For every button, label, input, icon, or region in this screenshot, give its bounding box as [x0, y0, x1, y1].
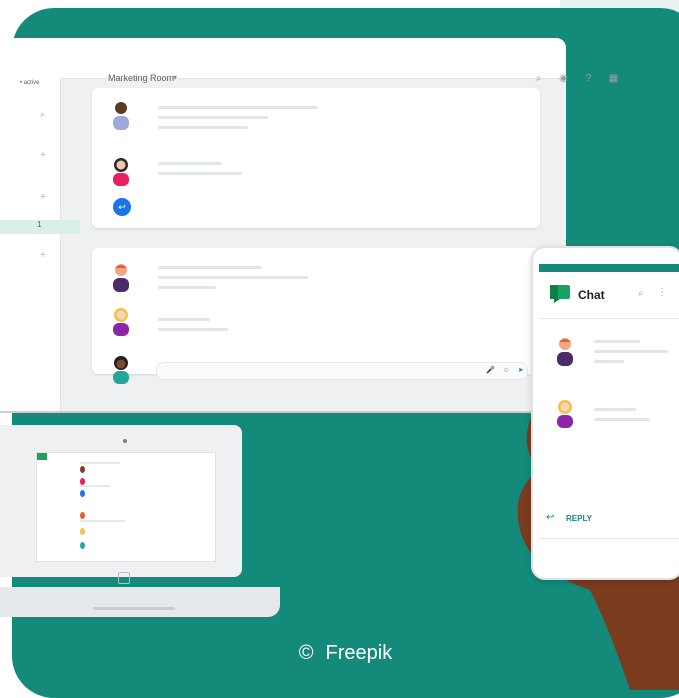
add-icon: +: [40, 192, 46, 203]
status-label: • active: [20, 80, 40, 86]
header-icons: ⌕ ◉ ? ▦: [533, 73, 619, 84]
help-icon: ?: [585, 73, 592, 84]
message-line: [594, 408, 636, 411]
laptop-screen: [36, 452, 216, 562]
credit-text: Freepik: [325, 642, 393, 664]
message-line: [594, 418, 650, 421]
message-line: [158, 318, 210, 321]
message-line: [158, 116, 268, 119]
message-line: [158, 172, 242, 175]
avatar-man: [113, 102, 129, 130]
image-credit: © Freepik: [0, 642, 679, 665]
message-line: [158, 266, 262, 269]
google-chat-logo-icon: [550, 285, 570, 303]
sidebar-search-icon: ⌕: [40, 110, 45, 119]
laptop-camera: [123, 439, 127, 443]
monitor-sidebar: [0, 78, 61, 411]
reply-icon: ↩: [113, 198, 131, 216]
phone-status-bar: [539, 264, 679, 272]
illustration: • active Marketing Room ▾ ⌕ ◉ ? ▦ ⌕ + + …: [0, 0, 679, 698]
settings-icon: ◉: [559, 73, 568, 84]
avatar-man: [113, 264, 129, 292]
avatar-woman: [113, 308, 129, 336]
reply-arrow-icon: ↩: [546, 512, 555, 523]
search-icon[interactable]: ⌕: [638, 288, 644, 299]
monitor-header: [0, 38, 566, 79]
room-title: Marketing Room: [108, 73, 175, 83]
avatar-woman: [113, 158, 129, 186]
message-thread-card: [92, 88, 540, 228]
more-options-icon[interactable]: ⋮: [657, 287, 667, 298]
divider: [539, 318, 679, 319]
mini-avatar: [80, 512, 85, 519]
message-line: [158, 286, 216, 289]
message-line: [594, 360, 624, 363]
copyright-symbol: ©: [298, 642, 314, 664]
laptop-base: [0, 587, 280, 617]
add-icon: +: [40, 150, 46, 161]
chevron-down-icon: ▾: [173, 73, 178, 82]
message-line: [158, 328, 228, 331]
message-line: [158, 276, 308, 279]
laptop-notch: [93, 607, 175, 610]
mini-avatar: [80, 542, 85, 549]
mini-avatar: [80, 490, 85, 497]
chat-logo-mini: [37, 453, 47, 460]
message-line: [594, 350, 668, 353]
mini-line: [80, 485, 110, 487]
app-title: Chat: [578, 288, 605, 302]
search-icon: ⌕: [535, 73, 542, 84]
avatar-woman: [113, 356, 129, 384]
message-line: [158, 106, 318, 109]
mini-line: [80, 462, 120, 464]
reply-button[interactable]: REPLY: [566, 514, 592, 523]
message-line: [594, 340, 640, 343]
message-composer[interactable]: [156, 362, 528, 380]
mini-avatar: [80, 528, 85, 535]
message-line: [158, 162, 222, 165]
avatar-woman: [557, 400, 573, 428]
mini-avatar: [80, 466, 85, 473]
laptop-home-button: [118, 572, 130, 584]
divider: [539, 538, 679, 539]
message-line: [158, 126, 248, 129]
apps-grid-icon: ▦: [608, 73, 619, 84]
unread-badge: 1: [37, 220, 42, 229]
mini-avatar: [80, 478, 85, 485]
avatar-man: [557, 338, 573, 366]
add-icon: +: [40, 250, 46, 261]
mini-line: [80, 520, 125, 522]
